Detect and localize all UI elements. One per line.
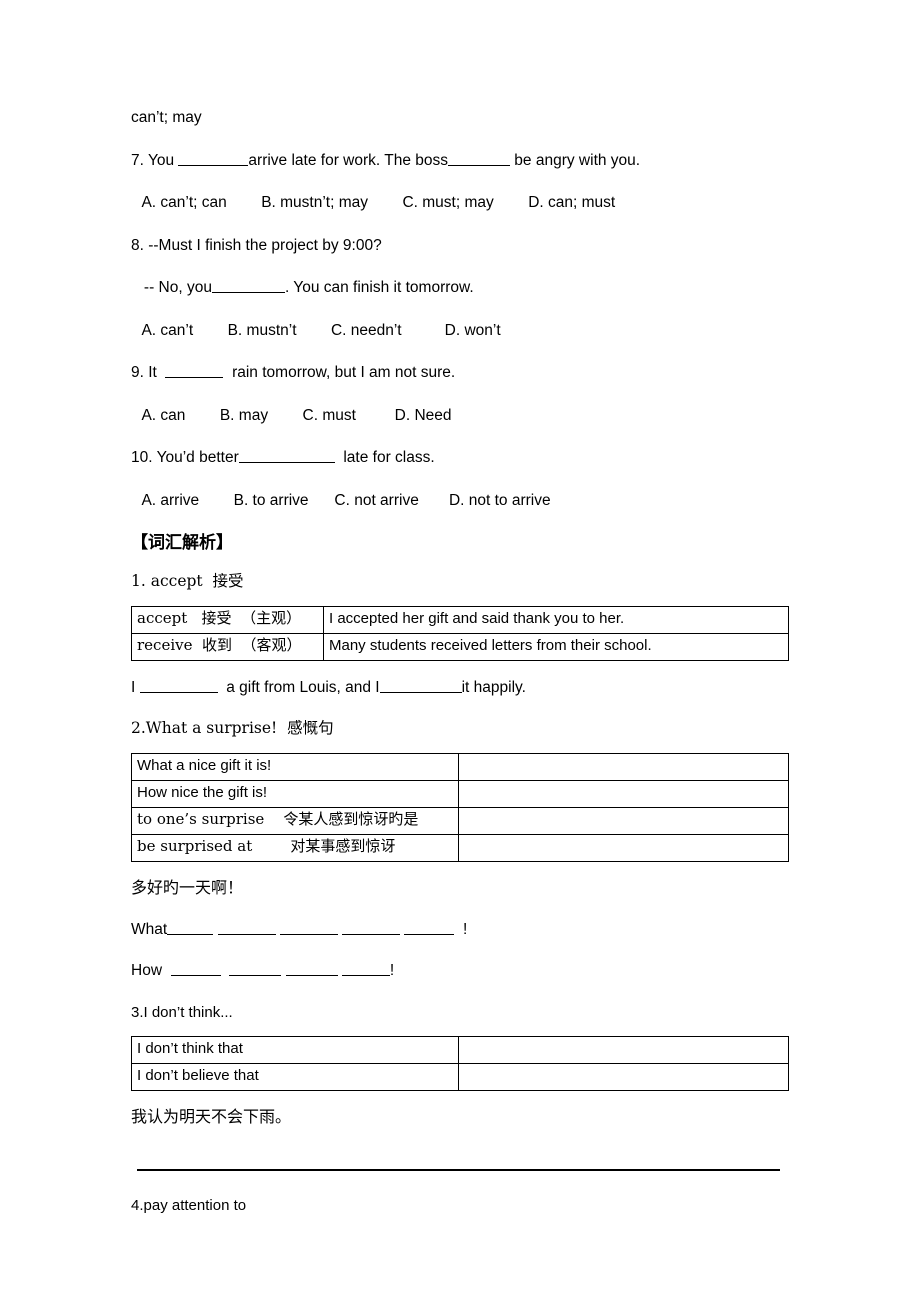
- question-7-blank-1[interactable]: [178, 164, 249, 166]
- entry-1-practice-line: I a gift from Louis, and I it happily.: [131, 669, 791, 722]
- table-row: How nice the gift is!: [131, 779, 789, 808]
- question-7-options[interactable]: A. can’t; can B. mustn’t; may C. must; m…: [131, 195, 791, 238]
- entry-2-what-suffix: !: [454, 920, 468, 938]
- entry-2-what-blank-2[interactable]: [217, 933, 276, 935]
- table-row: accept 接受 （主观） I accepted her gift and s…: [131, 605, 789, 634]
- entry-2-what-blank-3[interactable]: [279, 933, 338, 935]
- how-pattern-answer-cell[interactable]: [458, 779, 789, 808]
- be-surprised-at-cell: be surprised at 对某事感到惊讶: [131, 833, 459, 862]
- entry-2-what-label: What: [131, 920, 168, 938]
- entry-2-how-blank-3[interactable]: [285, 975, 338, 976]
- question-7-stem-after: be angry with you.: [510, 151, 641, 169]
- entry-2-cn-prompt: 多好旳一天啊！: [131, 877, 244, 897]
- entry-1-practice-after: it happily.: [461, 678, 526, 696]
- receive-example-cell: Many students received letters from thei…: [323, 632, 789, 661]
- top-fragment-line: can’t; may: [131, 109, 202, 126]
- question-9-blank-1[interactable]: [165, 377, 224, 378]
- entry-1-practice-middle: a gift from Louis, and I: [217, 678, 380, 696]
- to-ones-surprise-cell: to one’s surprise 令某人感到惊讶旳是: [131, 806, 459, 835]
- entry-2-what-fill-line: What !: [131, 920, 791, 964]
- entry-4-heading: 4.pay attention to: [131, 1196, 247, 1214]
- entry-1-practice-before: I: [131, 678, 140, 696]
- entry-2-how-blank-1[interactable]: [170, 975, 221, 976]
- receive-term-cell: receive 收到 （客观）: [131, 632, 324, 661]
- accept-example-cell: I accepted her gift and said thank you t…: [323, 605, 789, 634]
- entry-2-what-blank-4[interactable]: [342, 933, 401, 935]
- question-9-stem: 9. It rain tomorrow, but I am not sure.: [131, 365, 791, 408]
- document-page: can’t; may 7. You arrive late for work. …: [0, 0, 920, 1302]
- table-row: What a nice gift it is!: [131, 752, 789, 781]
- section-heading: 【词汇解析】: [131, 533, 233, 553]
- question-8-blank-1[interactable]: [211, 292, 285, 293]
- exclamation-table: What a nice gift it is! How nice the gif…: [131, 752, 789, 862]
- document-content: can’t; may 7. You arrive late for work. …: [131, 110, 791, 1213]
- entry-2-how-label: How: [131, 962, 167, 979]
- question-8-stem-line2: -- No, you . You can finish it tomorrow.: [131, 280, 791, 323]
- entry-2-heading: 2.What a surprise! 感慨句: [131, 719, 334, 737]
- entry-3-heading: 3.I don’t think...: [131, 1003, 233, 1021]
- question-10-stem: 10. You’d better late for class.: [131, 450, 791, 493]
- question-9-stem-after: rain tomorrow, but I am not sure.: [223, 364, 456, 381]
- entry-1-heading: 1. accept 接受: [131, 572, 244, 590]
- question-10-blank-1[interactable]: [238, 462, 335, 463]
- entry-2-how-blank-4[interactable]: [341, 975, 390, 976]
- accept-receive-table: accept 接受 （主观） I accepted her gift and s…: [131, 605, 789, 661]
- table-row: I don’t believe that: [131, 1062, 789, 1091]
- be-surprised-at-answer-cell[interactable]: [458, 833, 789, 862]
- entry-2-what-blank-5[interactable]: [404, 933, 455, 935]
- question-10-stem-before: 10. You’d better: [131, 449, 239, 466]
- to-ones-surprise-answer-cell[interactable]: [458, 806, 789, 835]
- dont-think-table: I don’t think that I don’t believe that: [131, 1035, 789, 1091]
- question-9-options[interactable]: A. can B. may C. must D. Need: [131, 407, 791, 451]
- entry-1-blank-2[interactable]: [379, 691, 462, 693]
- table-row: I don’t think that: [131, 1035, 789, 1064]
- how-pattern-cell: How nice the gift is!: [131, 779, 459, 808]
- question-8-stem-after: . You can finish it tomorrow.: [284, 279, 474, 296]
- accept-term-cell: accept 接受 （主观）: [131, 605, 324, 634]
- question-8-stem-line1: 8. --Must I finish the project by 9:00?: [131, 236, 382, 254]
- dont-think-that-cell: I don’t think that: [131, 1035, 459, 1064]
- dont-believe-that-cell: I don’t believe that: [131, 1062, 459, 1091]
- question-10-stem-after: late for class.: [334, 449, 435, 466]
- what-pattern-answer-cell[interactable]: [458, 752, 789, 781]
- question-7-stem-before: 7. You: [131, 151, 179, 169]
- question-7-stem: 7. You arrive late for work. The boss be…: [131, 151, 791, 196]
- question-7-blank-2[interactable]: [448, 164, 510, 166]
- dont-believe-that-answer-cell[interactable]: [458, 1062, 789, 1091]
- table-row: be surprised at 对某事感到惊讶: [131, 833, 789, 862]
- table-row: to one’s surprise 令某人感到惊讶旳是: [131, 806, 789, 835]
- entry-1-blank-1[interactable]: [139, 691, 218, 693]
- question-7-stem-middle: arrive late for work. The boss: [248, 151, 448, 169]
- what-pattern-cell: What a nice gift it is!: [131, 752, 459, 781]
- table-row: receive 收到 （客观） Many students received l…: [131, 632, 789, 661]
- entry-3-cn-prompt: 我认为明天不会下雨。: [131, 1106, 292, 1126]
- entry-2-how-suffix: !: [389, 962, 395, 979]
- entry-2-how-fill-line: How !: [131, 963, 791, 1005]
- question-10-options[interactable]: A. arrive B. to arrive C. not arrive D. …: [131, 492, 791, 536]
- dont-think-that-answer-cell[interactable]: [458, 1035, 789, 1064]
- entry-2-what-blank-1[interactable]: [167, 933, 214, 935]
- question-9-stem-before: 9. It: [131, 364, 166, 381]
- question-8-stem-before: -- No, you: [131, 279, 212, 296]
- question-8-options[interactable]: A. can’t B. mustn’t C. needn’t D. won’t: [131, 322, 791, 366]
- entry-2-how-blank-2[interactable]: [229, 975, 282, 976]
